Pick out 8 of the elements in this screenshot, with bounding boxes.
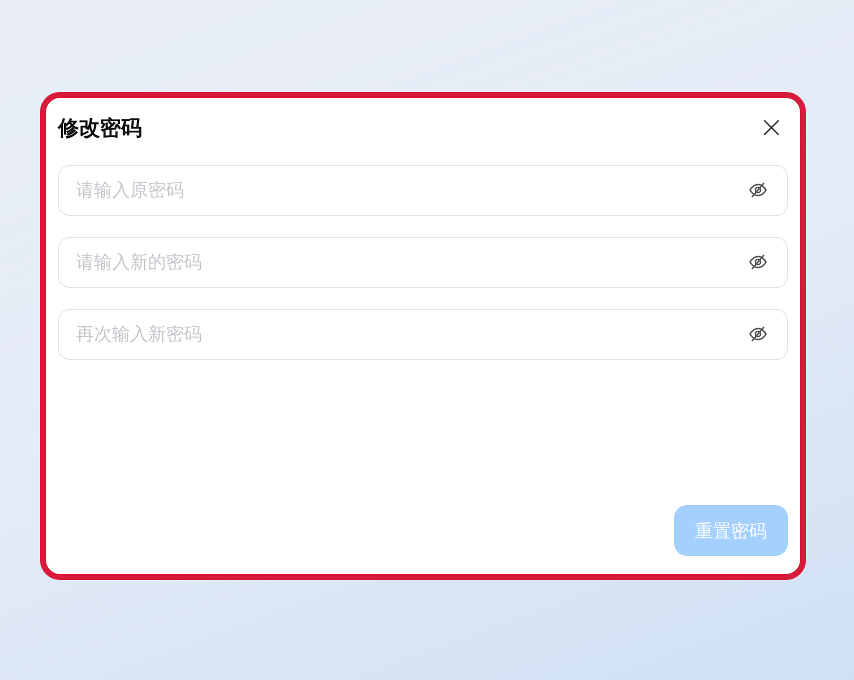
close-button[interactable]: × xyxy=(754,113,788,143)
eye-slash-icon[interactable] xyxy=(748,252,768,272)
password-field[interactable]: 请输入原密码 xyxy=(58,165,788,216)
eye-slash-icon[interactable] xyxy=(748,324,768,344)
dialog-title: 修改密码 xyxy=(58,115,142,142)
password-field[interactable]: 再次输入新密码 xyxy=(58,309,788,360)
eye-slash-icon[interactable] xyxy=(748,180,768,200)
password-field[interactable]: 请输入新的密码 xyxy=(58,237,788,288)
